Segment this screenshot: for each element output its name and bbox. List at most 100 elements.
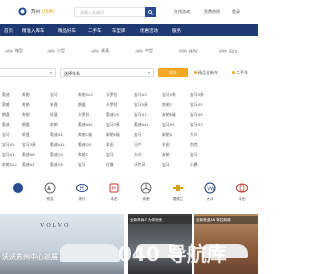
model-link[interactable]: 日产 [134,142,142,148]
model-link[interactable]: 轩逸 [50,112,58,118]
volvo-banner[interactable]: VOLVO 沃沃苏州中心巡展 [0,214,124,274]
model-link[interactable]: 奥迪Q3 [50,152,63,158]
model-link[interactable]: 奔驰 [22,92,30,98]
model-link[interactable]: 奥迪A6 [22,152,35,158]
model-link[interactable]: 宝马5系 [190,92,204,98]
brand-logo-item[interactable]: H 本田 [100,180,128,208]
model-link[interactable]: 宝马X5 [190,112,203,118]
model-link[interactable]: 宝马X1 [134,112,147,118]
type-micro[interactable]: 微型 [4,48,23,56]
brand-logo-item[interactable]: VW 大众 [196,180,224,208]
type-small[interactable]: 小型 [46,48,65,56]
model-link[interactable]: 宝马 [134,132,142,138]
model-link[interactable]: 轩逸 [22,132,30,138]
header-link-hotline[interactable]: 免费热线 [204,9,220,15]
model-link[interactable]: 奥迪Q5 [106,112,119,118]
model-link[interactable]: 奔驰E级 [162,112,176,118]
model-link[interactable]: 宝马 [50,92,58,98]
nav-item-stock[interactable]: 精准入库车 [22,28,45,34]
model-link[interactable]: 宝马X5 [190,102,203,108]
model-link[interactable]: 朗逸 [2,112,10,118]
type-mpv[interactable]: MPV [178,48,198,56]
model-link[interactable]: 奥迪 [2,122,10,128]
model-link[interactable]: 奔驰S [162,132,172,138]
model-link[interactable]: 奔驰 [22,112,30,118]
model-link[interactable]: 卡罗拉 [78,112,89,118]
model-link[interactable]: 奔驰E级 [106,132,120,138]
model-link[interactable]: 宝马 [2,132,10,138]
brand-select[interactable] [0,68,56,77]
model-link[interactable]: 宝马X3 [134,92,147,98]
model-link[interactable]: 宝马3系 [106,122,120,128]
nav-item-promo[interactable]: 优惠活动 [140,28,158,34]
model-link[interactable]: 小鹏 [190,162,198,168]
model-link[interactable]: 大众 [134,152,142,158]
used-car-link[interactable]: 二手车 [232,70,248,76]
model-link[interactable]: 奥迪A4 [50,132,63,138]
nav-item-used[interactable]: 二手车 [88,28,102,34]
new-car-link[interactable]: 精品全新车 [194,70,218,76]
model-link[interactable]: 宝马3系 [162,92,176,98]
model-link[interactable]: 宝马X3 [190,122,203,128]
model-link[interactable]: 宝马3系 [22,142,36,148]
model-link[interactable]: 奥迪 [2,92,10,98]
model-link[interactable]: 奥迪A4L [50,142,65,148]
model-link[interactable]: 丰田 [162,142,170,148]
find-car-button[interactable]: 找车 [158,68,188,77]
model-link[interactable]: 奔驰 [22,102,30,108]
model-link[interactable]: 宝马 [162,162,170,168]
nav-item-home[interactable]: 首页 [4,28,13,34]
model-link[interactable]: 奔驰C [78,152,88,158]
search-button[interactable] [145,7,156,17]
model-link[interactable]: 奥迪Q5 [78,142,91,148]
model-link[interactable]: 朗逸 [22,122,30,128]
city-switch-link[interactable]: [切换] [42,10,55,15]
model-link[interactable]: 奔驰 [50,122,58,128]
model-link[interactable]: 本田 [106,142,114,148]
model-link[interactable]: 卡罗拉 [106,102,117,108]
type-compact[interactable]: 紧凑 [90,48,109,56]
model-link[interactable]: 奥迪Q5 [50,162,63,168]
model-link[interactable]: 奔驰C [162,102,172,108]
brand-logo-item[interactable]: H 现代 [68,180,96,208]
model-link[interactable]: 宝马 [106,152,114,158]
model-link[interactable]: 奥迪A4 [22,162,35,168]
model-link[interactable]: 奔驰GLC [2,162,17,168]
model-link[interactable]: 荣威 [2,102,10,108]
model-link[interactable]: 大众 [190,132,198,138]
nav-item-quality[interactable]: 精品好车 [58,28,76,34]
brand-name: 丰田 [238,197,246,201]
brand-logo-item[interactable]: 丰田 [228,180,256,208]
search-input[interactable]: 请输入关键词 [74,7,156,17]
nav-item-models[interactable]: 车型库 [112,28,126,34]
model-link[interactable]: 宝马X5 [2,142,15,148]
city-selector[interactable]: 苏州 [切换] [31,9,55,15]
brand-logo-item[interactable]: 雪佛兰 [164,180,192,208]
model-link[interactable]: 宝马X5 [162,122,175,128]
model-link[interactable]: 宝马5系 [134,102,148,108]
model-link[interactable]: 宝马X1 [2,152,15,158]
site-logo-icon[interactable] [18,7,27,16]
model-link[interactable]: 奔驰GLC [78,92,93,98]
model-link[interactable]: 奔驰C级 [78,132,92,138]
model-link[interactable]: 奥迪A4L [134,122,149,128]
model-link[interactable]: 沃尔沃 [134,162,145,168]
header-link-consult[interactable]: 在线咨询 [174,9,190,15]
brand-logo-item[interactable]: 奔驰 [132,180,160,208]
brand-logo-item[interactable]: 别克 [36,180,64,208]
nav-item-service[interactable]: 服务 [172,28,181,34]
model-link[interactable]: 奔驰 [162,152,170,158]
type-suv[interactable]: SUV [218,48,237,56]
model-link[interactable]: 别克 [190,142,198,148]
model-link[interactable]: 红旗 [106,162,114,168]
header-link-login[interactable]: 登录 [232,9,240,15]
model-link[interactable]: 奥迪A6L [78,122,93,128]
type-midsize[interactable]: 中型 [134,48,153,56]
model-link[interactable]: 轩逸 [50,102,58,108]
model-link[interactable]: 宝马 [190,152,198,158]
model-link[interactable]: 卡罗拉 [106,92,117,98]
brand-logo-item[interactable] [4,180,32,208]
model-link[interactable]: 朗逸 [78,102,86,108]
model-link[interactable]: 宝马 [78,162,86,168]
series-select[interactable]: 选择车系 [60,68,154,77]
